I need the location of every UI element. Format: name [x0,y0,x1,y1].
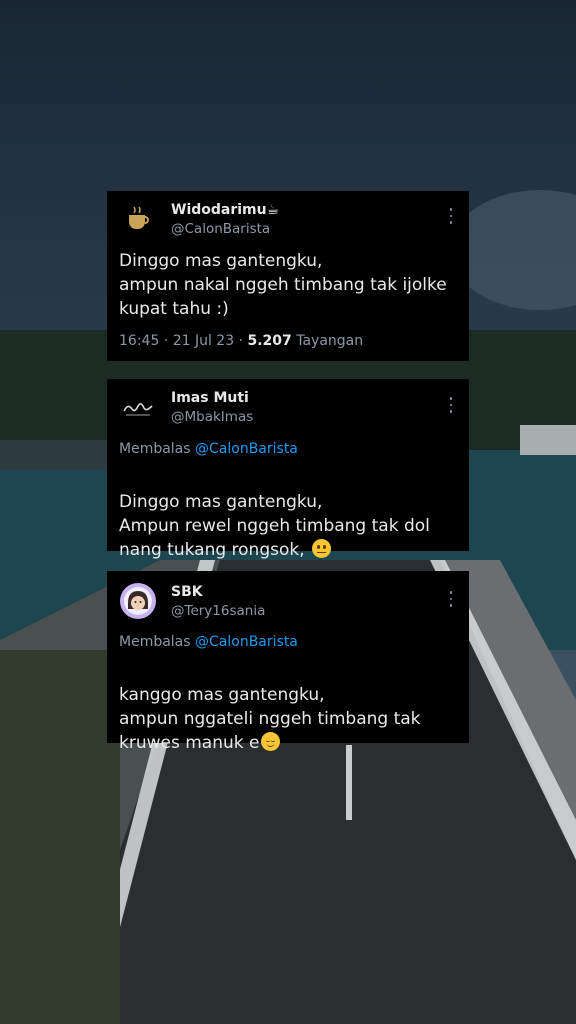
script-logo-avatar[interactable] [120,389,156,425]
cartoon-avatar[interactable] [120,583,156,619]
replying-to: Membalas @CalonBarista [119,441,298,457]
more-options-icon[interactable] [449,591,453,607]
script-logo-icon [123,403,153,416]
reply-mention-link[interactable]: @CalonBarista [195,441,298,457]
more-options-icon[interactable] [449,208,453,224]
coffee-cup-icon [129,206,149,229]
reply-prefix: Membalas [119,441,196,457]
author-name[interactable]: SBK [171,584,203,600]
tweet-meta: 16:45 · 21 Jul 23 · 5.207 Tayangan [119,333,363,349]
tweet-card[interactable]: Widodarimu☕ @CalonBarista Dinggo mas gan… [107,191,469,361]
coffee-logo-avatar[interactable] [120,201,156,237]
tweet-text: Dinggo mas gantengku, ampun nakal nggeh … [119,251,447,319]
reply-prefix: Membalas [119,634,196,650]
author-name[interactable]: Widodarimu☕ [171,202,279,218]
replying-to: Membalas @CalonBarista [119,634,298,650]
view-count: 5.207 [247,333,292,349]
tweet-text: Dinggo mas gantengku, Ampun rewel nggeh … [119,466,459,562]
relieved-face-emoji [261,732,281,751]
more-options-icon[interactable] [449,397,453,413]
reply-mention-link[interactable]: @CalonBarista [195,634,298,650]
cartoon-character-icon [124,587,152,615]
tweet-text: kanggo mas gantengku, ampun nggateli ngg… [119,659,429,755]
author-name[interactable]: Imas Muti [171,390,249,406]
tweet-text-content: Dinggo mas gantengku, Ampun rewel nggeh … [119,492,430,560]
reply-card[interactable]: SBK @Tery16sania Membalas @CalonBarista … [107,571,469,753]
tweet-timestamp[interactable]: 16:45 · 21 Jul 23 · [119,333,247,349]
author-handle[interactable]: @Tery16sania [171,603,265,619]
views-label: Tayangan [291,333,364,349]
author-handle[interactable]: @MbakImas [171,409,253,425]
reply-card[interactable]: Imas Muti @MbakImas Membalas @CalonBaris… [107,379,469,560]
author-handle[interactable]: @CalonBarista [171,221,270,237]
neutral-face-emoji [312,539,332,558]
